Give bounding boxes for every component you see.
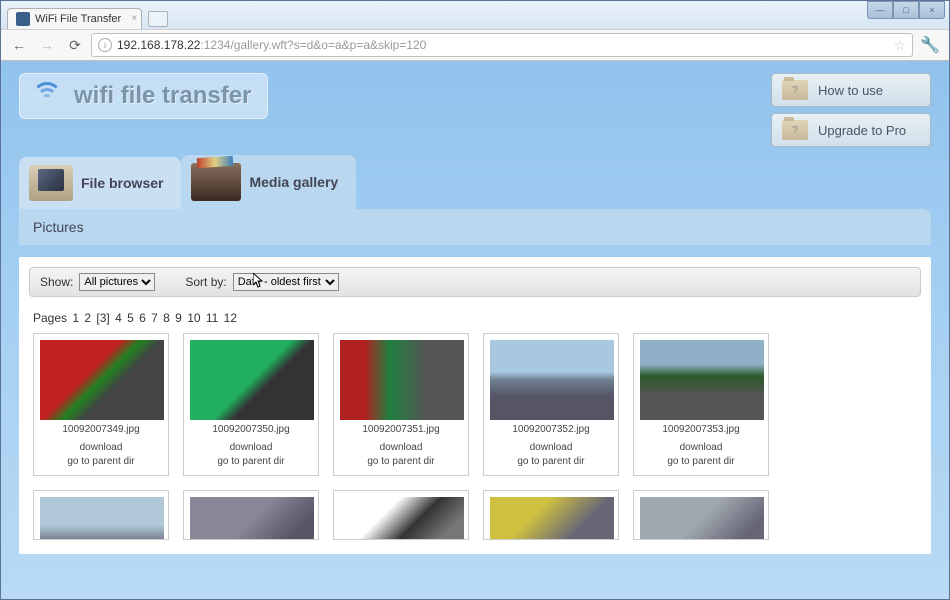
- folder-icon: ?: [782, 80, 808, 100]
- page-link[interactable]: 11: [203, 311, 219, 325]
- thumb-card: [333, 490, 469, 540]
- thumbnail-image[interactable]: [40, 497, 164, 540]
- thumbnail-image[interactable]: [640, 497, 764, 540]
- wrench-menu-icon[interactable]: 🔧: [917, 33, 943, 57]
- thumb-card: 10092007350.jpg downloadgo to parent dir: [183, 333, 319, 476]
- thumbnail-image[interactable]: [40, 340, 164, 420]
- upgrade-label: Upgrade to Pro: [818, 123, 906, 138]
- browser-tab[interactable]: WiFi File Transfer ×: [7, 8, 142, 29]
- bookmark-star-icon[interactable]: ☆: [893, 37, 906, 54]
- close-button[interactable]: ×: [919, 1, 945, 19]
- tab-label: File browser: [81, 175, 163, 191]
- parent-dir-link[interactable]: go to parent dir: [640, 455, 762, 469]
- logo-text: wifi file transfer: [74, 82, 251, 110]
- page-link[interactable]: 10: [184, 311, 201, 325]
- tab-media-gallery[interactable]: Media gallery: [181, 155, 356, 209]
- thumb-card: [183, 490, 319, 540]
- thumb-card: [483, 490, 619, 540]
- page-link[interactable]: 12: [220, 311, 237, 325]
- parent-dir-link[interactable]: go to parent dir: [190, 455, 312, 469]
- folder-icon: ?: [782, 120, 808, 140]
- reload-button[interactable]: ⟳: [63, 33, 87, 57]
- download-link[interactable]: download: [490, 441, 612, 455]
- upgrade-button[interactable]: ? Upgrade to Pro: [771, 113, 931, 147]
- page-link[interactable]: 2: [81, 311, 91, 325]
- howto-label: How to use: [818, 83, 883, 98]
- page-link: [3]: [93, 311, 110, 325]
- thumb-filename: 10092007351.jpg: [340, 424, 462, 435]
- show-label: Show:: [40, 275, 73, 289]
- breadcrumb: Pictures: [19, 209, 931, 245]
- new-tab-button[interactable]: [148, 11, 168, 27]
- sort-label: Sort by:: [185, 275, 226, 289]
- pages-label: Pages: [33, 311, 67, 325]
- titlebar: WiFi File Transfer × — □ ×: [1, 1, 949, 29]
- thumb-filename: 10092007350.jpg: [190, 424, 312, 435]
- download-link[interactable]: download: [640, 441, 762, 455]
- parent-dir-link[interactable]: go to parent dir: [490, 455, 612, 469]
- forward-button[interactable]: →: [35, 33, 59, 57]
- thumb-card: 10092007353.jpg downloadgo to parent dir: [633, 333, 769, 476]
- page-link[interactable]: 1: [72, 311, 79, 325]
- tab-title: WiFi File Transfer: [35, 13, 121, 25]
- pagination: Pages 1 2 [3] 4 5 6 7 8 9 10 11 12: [19, 307, 931, 333]
- download-link[interactable]: download: [340, 441, 462, 455]
- sort-select[interactable]: Date - oldest first: [233, 273, 339, 291]
- page-link[interactable]: 8: [160, 311, 170, 325]
- media-gallery-icon: [191, 163, 241, 201]
- main-tabs: File browser Media gallery: [19, 155, 931, 209]
- thumbnail-image[interactable]: [340, 340, 464, 420]
- page-content: wifi file transfer ? How to use ? Upgrad…: [1, 61, 949, 599]
- thumb-filename: 10092007349.jpg: [40, 424, 162, 435]
- window-controls: — □ ×: [867, 1, 945, 19]
- header-row: wifi file transfer ? How to use ? Upgrad…: [19, 73, 931, 147]
- gallery-panel: Show: All pictures Sort by: Date - oldes…: [19, 257, 931, 554]
- url-text: 192.168.178.22:1234/gallery.wft?s=d&o=a&…: [117, 38, 426, 52]
- minimize-button[interactable]: —: [867, 1, 893, 19]
- back-button[interactable]: ←: [7, 33, 31, 57]
- thumbnail-image[interactable]: [190, 340, 314, 420]
- thumbnail-image[interactable]: [640, 340, 764, 420]
- maximize-button[interactable]: □: [893, 1, 919, 19]
- wifi-icon: [30, 82, 64, 110]
- thumb-card: 10092007349.jpg downloadgo to parent dir: [33, 333, 169, 476]
- thumb-filename: 10092007352.jpg: [490, 424, 612, 435]
- address-bar[interactable]: i 192.168.178.22:1234/gallery.wft?s=d&o=…: [91, 33, 913, 57]
- thumbnail-image[interactable]: [190, 497, 314, 540]
- thumb-card: [33, 490, 169, 540]
- thumb-card: [633, 490, 769, 540]
- thumb-grid: 10092007349.jpgdownloadgo to parent dir1…: [19, 333, 931, 554]
- thumbnail-image[interactable]: [490, 497, 614, 540]
- thumb-card: 10092007352.jpg downloadgo to parent dir: [483, 333, 619, 476]
- file-browser-icon: [29, 165, 73, 201]
- page-link[interactable]: 7: [148, 311, 158, 325]
- thumb-card: 10092007351.jpg downloadgo to parent dir: [333, 333, 469, 476]
- tab-close-icon[interactable]: ×: [131, 13, 137, 24]
- howto-button[interactable]: ? How to use: [771, 73, 931, 107]
- side-buttons: ? How to use ? Upgrade to Pro: [771, 73, 931, 147]
- app-logo: wifi file transfer: [19, 73, 268, 119]
- thumbnail-image[interactable]: [340, 497, 464, 540]
- page-link[interactable]: 6: [136, 311, 146, 325]
- filter-bar: Show: All pictures Sort by: Date - oldes…: [29, 267, 921, 297]
- parent-dir-link[interactable]: go to parent dir: [340, 455, 462, 469]
- path-text: Pictures: [33, 219, 84, 235]
- download-link[interactable]: download: [190, 441, 312, 455]
- browser-toolbar: ← → ⟳ i 192.168.178.22:1234/gallery.wft?…: [1, 29, 949, 61]
- tab-label: Media gallery: [249, 174, 338, 190]
- download-link[interactable]: download: [40, 441, 162, 455]
- globe-icon: i: [98, 38, 112, 52]
- thumbnail-image[interactable]: [490, 340, 614, 420]
- browser-window: WiFi File Transfer × — □ × ← → ⟳ i 192.1…: [0, 0, 950, 600]
- show-select[interactable]: All pictures: [79, 273, 155, 291]
- thumb-filename: 10092007353.jpg: [640, 424, 762, 435]
- parent-dir-link[interactable]: go to parent dir: [40, 455, 162, 469]
- page-link[interactable]: 5: [124, 311, 134, 325]
- tab-file-browser[interactable]: File browser: [19, 157, 181, 209]
- page-link[interactable]: 4: [112, 311, 122, 325]
- favicon-icon: [16, 12, 30, 26]
- page-link[interactable]: 9: [172, 311, 182, 325]
